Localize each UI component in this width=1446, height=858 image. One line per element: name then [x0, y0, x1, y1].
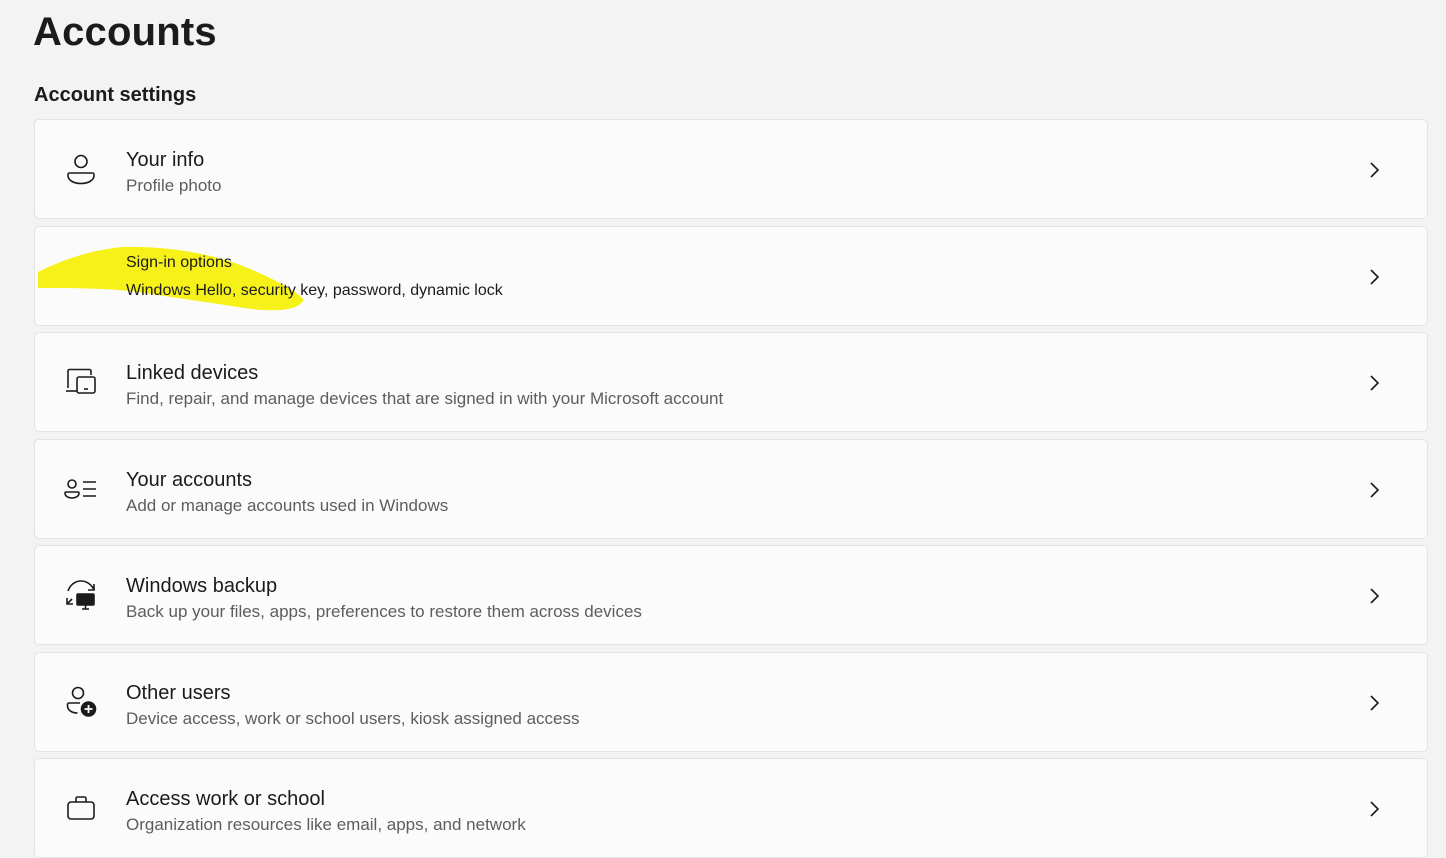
- setting-title: Access work or school: [126, 788, 325, 810]
- setting-description: Organization resources like email, apps,…: [126, 815, 526, 834]
- add-user-icon: [63, 684, 99, 720]
- setting-card-sign-in-options[interactable]: Sign-in options Windows Hello, security …: [34, 226, 1428, 326]
- setting-description: Profile photo: [126, 176, 222, 195]
- chevron-right-icon: [1365, 480, 1383, 500]
- setting-title: Your accounts: [126, 469, 253, 491]
- chevron-right-icon: [1365, 693, 1383, 713]
- setting-title: Windows backup: [126, 575, 278, 597]
- setting-title: Other users: [126, 682, 231, 704]
- person-icon: [63, 151, 99, 187]
- backup-icon: [63, 577, 99, 613]
- chevron-right-icon: [1365, 160, 1383, 180]
- page-title: Accounts: [33, 10, 217, 54]
- accounts-list-icon: [63, 471, 99, 507]
- setting-card-your-info[interactable]: Your info Profile photo: [34, 119, 1428, 219]
- setting-card-linked-devices[interactable]: Linked devices Find, repair, and manage …: [34, 332, 1428, 432]
- chevron-right-icon: [1365, 586, 1383, 606]
- setting-card-access-work-or-school[interactable]: Access work or school Organization resou…: [34, 758, 1428, 858]
- chevron-right-icon: [1365, 373, 1383, 393]
- setting-description: Find, repair, and manage devices that ar…: [126, 389, 724, 408]
- setting-title: Your info: [126, 149, 205, 171]
- setting-description: Add or manage accounts used in Windows: [126, 496, 449, 515]
- setting-card-windows-backup[interactable]: Windows backup Back up your files, apps,…: [34, 545, 1428, 645]
- setting-description: Windows Hello, security key, password, d…: [126, 282, 503, 299]
- chevron-right-icon: [1365, 799, 1383, 819]
- briefcase-icon: [63, 790, 99, 826]
- setting-title: Sign-in options: [126, 254, 232, 271]
- setting-title: Linked devices: [126, 362, 259, 384]
- setting-description: Device access, work or school users, kio…: [126, 709, 580, 728]
- setting-card-other-users[interactable]: Other users Device access, work or schoo…: [34, 652, 1428, 752]
- setting-card-your-accounts[interactable]: Your accounts Add or manage accounts use…: [34, 439, 1428, 539]
- section-title: Account settings: [34, 84, 197, 106]
- chevron-right-icon: [1365, 267, 1383, 287]
- linked-devices-icon: [63, 364, 99, 400]
- accounts-settings-page: Accounts Account settings Your info Prof…: [0, 0, 1446, 858]
- setting-description: Back up your files, apps, preferences to…: [126, 602, 642, 621]
